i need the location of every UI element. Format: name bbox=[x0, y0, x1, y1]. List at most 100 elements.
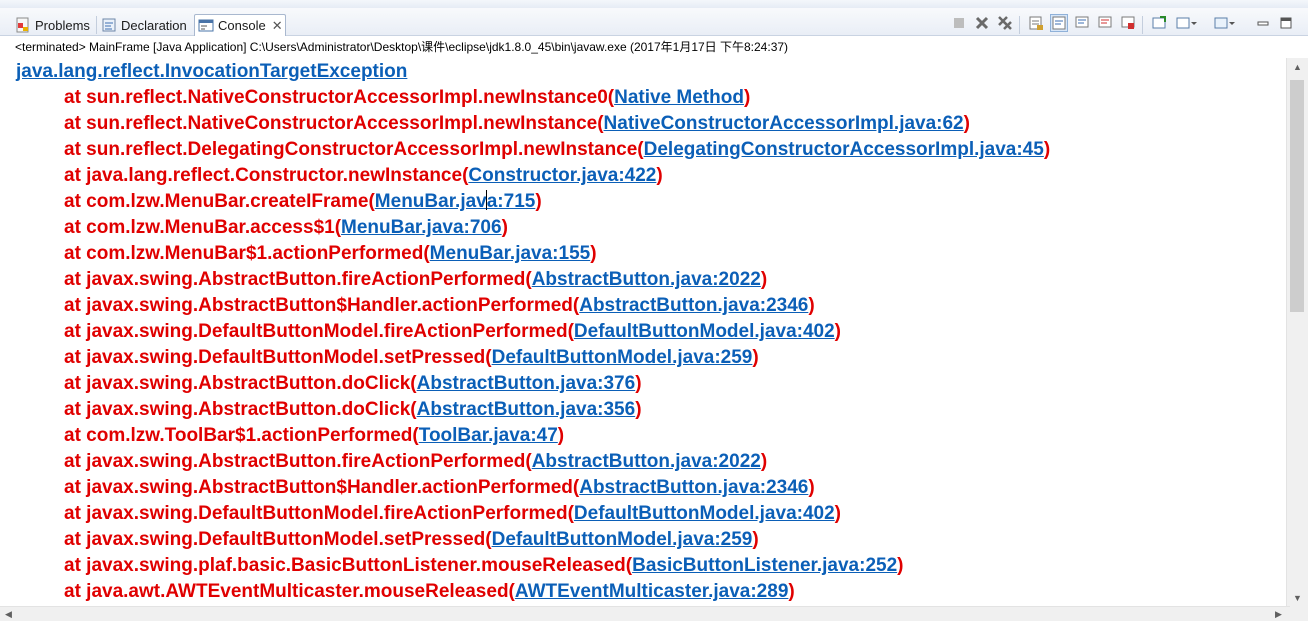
console-icon bbox=[198, 18, 214, 34]
stack-frame-close-paren: ) bbox=[743, 87, 751, 108]
stack-frame-line: at javax.swing.AbstractButton.doClick(Ab… bbox=[64, 371, 642, 397]
display-console-icon[interactable] bbox=[1150, 14, 1168, 32]
stack-frame-close-paren: ) bbox=[808, 295, 815, 316]
scroll-lock-icon[interactable] bbox=[1027, 14, 1045, 32]
tab-console[interactable]: Console ✕ bbox=[194, 14, 286, 36]
maximize-icon[interactable] bbox=[1277, 14, 1295, 32]
stack-frame-method: at javax.swing.DefaultButtonModel.fireAc… bbox=[64, 503, 574, 524]
console-output[interactable]: java.lang.reflect.InvocationTargetExcept… bbox=[0, 58, 1290, 606]
view-menu-icon[interactable] bbox=[1212, 14, 1236, 32]
tab-problems[interactable]: Problems bbox=[12, 14, 104, 36]
stack-frame-method: at javax.swing.AbstractButton.doClick( bbox=[64, 399, 417, 420]
pin-console-icon[interactable] bbox=[1119, 14, 1137, 32]
stack-frame-source-link[interactable]: DefaultButtonModel.java:402 bbox=[574, 503, 835, 524]
exception-line: java.lang.reflect.InvocationTargetExcept… bbox=[16, 59, 407, 85]
stack-frame-close-paren: ) bbox=[808, 477, 815, 498]
stack-frame-method: at sun.reflect.DelegatingConstructorAcce… bbox=[64, 139, 644, 160]
stack-frame-close-paren: ) bbox=[834, 503, 841, 524]
stack-frame-source-link[interactable]: DelegatingConstructorAccessorImpl.java:4… bbox=[644, 139, 1044, 160]
stack-frame-source-link[interactable]: AbstractButton.java:376 bbox=[417, 373, 636, 394]
stack-frame-source-link[interactable]: AbstractButton.java:356 bbox=[417, 399, 636, 420]
stack-frame-method: at javax.swing.AbstractButton$Handler.ac… bbox=[64, 295, 580, 316]
stack-frame-close-paren: ) bbox=[557, 425, 565, 446]
stack-frame-close-paren: ) bbox=[752, 347, 759, 368]
minimize-icon[interactable] bbox=[1254, 14, 1272, 32]
stack-frame-method: at java.lang.reflect.Constructor.newInst… bbox=[64, 165, 469, 186]
stack-frame-source-link[interactable]: MenuBar.java:706 bbox=[341, 217, 502, 238]
stack-frame-close-paren: ) bbox=[1043, 139, 1051, 160]
stack-frame-line: at java.lang.reflect.Constructor.newInst… bbox=[64, 163, 663, 189]
stack-frame-line: at javax.swing.DefaultButtonModel.fireAc… bbox=[64, 501, 841, 527]
open-console-icon[interactable] bbox=[1174, 14, 1198, 32]
stack-frame-close-paren: ) bbox=[635, 373, 642, 394]
stack-frame-close-paren: ) bbox=[760, 269, 768, 290]
horizontal-scrollbar[interactable]: ◀ ▶ bbox=[0, 606, 1290, 621]
scroll-right-arrow-icon[interactable]: ▶ bbox=[1270, 607, 1287, 621]
stack-frame-source-link[interactable]: AbstractButton.java:2022 bbox=[532, 451, 761, 472]
stack-frame-close-paren: ) bbox=[788, 581, 795, 602]
stack-frame-close-paren: ) bbox=[635, 399, 642, 420]
scrollbar-corner bbox=[1290, 606, 1308, 621]
source-link-part: a:715 bbox=[486, 191, 536, 212]
exception-link[interactable]: java.lang.reflect.InvocationTargetExcept… bbox=[16, 61, 407, 82]
stack-frame-line: at java.awt.AWTEventMulticaster.mouseRel… bbox=[64, 579, 795, 605]
stack-frame-method: at javax.swing.AbstractButton.fireAction… bbox=[64, 269, 532, 290]
stack-frame-line: at com.lzw.MenuBar.access$1(MenuBar.java… bbox=[64, 215, 508, 241]
toolbar-divider bbox=[1142, 16, 1143, 34]
stack-frame-line: at javax.swing.AbstractButton$Handler.ac… bbox=[64, 293, 815, 319]
stack-frame-source-link[interactable]: ToolBar.java:47 bbox=[419, 425, 558, 446]
stack-frame-source-link[interactable]: NativeConstructorAccessorImpl.java:62 bbox=[604, 113, 964, 134]
stack-frame-source-link[interactable]: DefaultButtonModel.java:259 bbox=[492, 529, 753, 550]
remove-launch-icon[interactable] bbox=[973, 14, 991, 32]
stack-frame-method: at javax.swing.AbstractButton$Handler.ac… bbox=[64, 477, 580, 498]
stack-frame-line: at javax.swing.AbstractButton.fireAction… bbox=[64, 267, 767, 293]
stack-frame-source-link[interactable]: AbstractButton.java:2346 bbox=[579, 295, 808, 316]
tab-declaration[interactable]: Declaration bbox=[98, 14, 194, 36]
scroll-up-arrow-icon[interactable]: ▲ bbox=[1287, 58, 1308, 75]
terminate-icon[interactable] bbox=[950, 14, 968, 32]
stack-frame-line: at sun.reflect.DelegatingConstructorAcce… bbox=[64, 137, 1050, 163]
stack-frame-close-paren: ) bbox=[501, 217, 508, 238]
scroll-left-arrow-icon[interactable]: ◀ bbox=[0, 607, 17, 621]
stack-frame-line: at sun.reflect.NativeConstructorAccessor… bbox=[64, 111, 970, 137]
console-process-status: <terminated> MainFrame [Java Application… bbox=[0, 36, 1308, 58]
scroll-down-arrow-icon[interactable]: ▼ bbox=[1287, 589, 1308, 606]
stack-frame-source-link[interactable]: AWTEventMulticaster.java:289 bbox=[515, 581, 789, 602]
vertical-scrollbar[interactable]: ▲ ▼ bbox=[1286, 58, 1308, 606]
stack-frame-source-link[interactable]: MenuBar.java:155 bbox=[430, 243, 591, 264]
stack-frame-line: at javax.swing.AbstractButton$Handler.ac… bbox=[64, 475, 815, 501]
stack-frame-method: at javax.swing.AbstractButton.fireAction… bbox=[64, 451, 532, 472]
stack-frame-line: at javax.swing.AbstractButton.fireAction… bbox=[64, 449, 767, 475]
stack-frame-source-link[interactable]: AbstractButton.java:2346 bbox=[579, 477, 808, 498]
stack-frame-source-link[interactable]: Constructor.java:422 bbox=[468, 165, 656, 186]
close-tab-icon[interactable]: ✕ bbox=[272, 18, 283, 34]
stack-frame-source-link[interactable]: Native Method bbox=[614, 87, 744, 108]
stack-frame-close-paren: ) bbox=[963, 113, 970, 134]
stack-frame-method: at sun.reflect.NativeConstructorAccessor… bbox=[64, 87, 615, 108]
toolbar-divider bbox=[1019, 16, 1020, 34]
stack-frame-source-link[interactable]: AbstractButton.java:2022 bbox=[532, 269, 761, 290]
stack-frame-line: at com.lzw.ToolBar$1.actionPerformed(Too… bbox=[64, 423, 564, 449]
tab-label: Console bbox=[218, 18, 266, 33]
stack-frame-source-link[interactable]: BasicButtonListener.java:252 bbox=[632, 555, 897, 576]
word-wrap-icon[interactable] bbox=[1050, 14, 1068, 32]
stack-frame-close-paren: ) bbox=[834, 321, 841, 342]
console-view-tabbar: Problems Declaration Console ✕ bbox=[0, 0, 1308, 36]
stack-frame-method: at javax.swing.DefaultButtonModel.setPre… bbox=[64, 529, 492, 550]
stack-frame-method: at javax.swing.AbstractButton.doClick( bbox=[64, 373, 417, 394]
stack-frame-line: at javax.swing.DefaultButtonModel.fireAc… bbox=[64, 319, 841, 345]
show-when-stderr-icon[interactable] bbox=[1096, 14, 1114, 32]
stack-frame-method: at com.lzw.MenuBar.createIFrame( bbox=[64, 191, 375, 212]
stack-frame-line: at sun.reflect.NativeConstructorAccessor… bbox=[64, 85, 750, 111]
stack-frame-close-paren: ) bbox=[656, 165, 663, 186]
stack-frame-method: at java.awt.AWTEventMulticaster.mouseRel… bbox=[64, 581, 515, 602]
stack-frame-source-link[interactable]: DefaultButtonModel.java:259 bbox=[492, 347, 753, 368]
scrollbar-thumb[interactable] bbox=[1290, 80, 1304, 312]
show-when-stdout-icon[interactable] bbox=[1073, 14, 1091, 32]
tab-divider bbox=[96, 16, 97, 34]
stack-frame-method: at com.lzw.MenuBar$1.actionPerformed( bbox=[64, 243, 430, 264]
stack-frame-source-link[interactable]: MenuBar.java:715 bbox=[375, 190, 536, 212]
stack-frame-line: at javax.swing.plaf.basic.BasicButtonLis… bbox=[64, 553, 903, 579]
remove-all-terminated-icon[interactable] bbox=[996, 14, 1014, 32]
stack-frame-source-link[interactable]: DefaultButtonModel.java:402 bbox=[574, 321, 835, 342]
